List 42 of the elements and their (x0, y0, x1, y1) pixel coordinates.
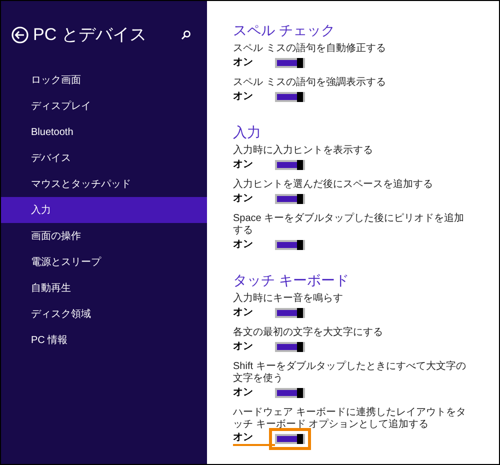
setting-label: スペル ミスの語句を自動修正する (233, 43, 387, 55)
sidebar-item[interactable]: 入力 (1, 197, 207, 223)
page-title: PC とデバイス (33, 25, 146, 45)
setting-label: Shift キーをダブルタップしたときにすべて大文字の文字を使う (233, 361, 467, 385)
sidebar-item[interactable]: 電源とスリープ (1, 249, 207, 275)
toggle-switch[interactable] (275, 308, 305, 318)
back-icon[interactable] (11, 26, 29, 44)
setting-label: 入力時にキー音を鳴らす (233, 293, 344, 305)
toggle-state: オン (233, 239, 254, 251)
sidebar-item[interactable]: PC 情報 (1, 327, 207, 353)
toggle-switch[interactable] (275, 58, 305, 68)
sidebar-item[interactable]: ディスプレイ (1, 93, 207, 119)
toggle-switch[interactable] (275, 342, 305, 352)
toggle-switch[interactable] (275, 194, 305, 204)
sidebar-item[interactable]: Bluetooth (1, 119, 207, 145)
sidebar-item[interactable]: 画面の操作 (1, 223, 207, 249)
sidebar-item[interactable]: ロック画面 (1, 67, 207, 93)
toggle-state: オン (233, 341, 254, 353)
setting-label: Space キーをダブルタップした後にピリオドを追加する (233, 213, 466, 237)
toggle-switch[interactable] (275, 240, 305, 250)
sidebar-item[interactable]: マウスとタッチパッド (1, 171, 207, 197)
toggle-state: オン (233, 307, 254, 319)
sidebar-item[interactable]: 自動再生 (1, 275, 207, 301)
search-icon[interactable] (181, 30, 191, 40)
sidebar-item[interactable]: ディスク領域 (1, 301, 207, 327)
toggle-switch[interactable] (275, 92, 305, 102)
toggle-switch[interactable] (275, 160, 305, 170)
toggle-state: オン (233, 387, 254, 399)
setting-label: スペル ミスの語句を強調表示する (233, 77, 387, 89)
toggle-state: オン (233, 91, 254, 103)
setting-label: 各文の最初の文字を大文字にする (233, 327, 384, 339)
toggle-state: オン (233, 159, 254, 171)
setting-label: 入力ヒントを選んだ後にスペースを追加する (233, 179, 434, 191)
setting-label: ハードウェア キーボードに連携したレイアウトをタッチ キーボード オプションとして追加する (233, 407, 467, 431)
toggle-switch[interactable] (275, 388, 305, 398)
toggle-state: オン (233, 57, 254, 69)
sidebar-item[interactable]: デバイス (1, 145, 207, 171)
section-heading: スペル チェック (233, 21, 336, 39)
setting-label: 入力時に入力ヒントを表示する (233, 145, 374, 157)
section-heading: タッチ キーボード (233, 271, 350, 289)
toggle-state: オン (233, 193, 254, 205)
section-heading: 入力 (233, 123, 262, 141)
